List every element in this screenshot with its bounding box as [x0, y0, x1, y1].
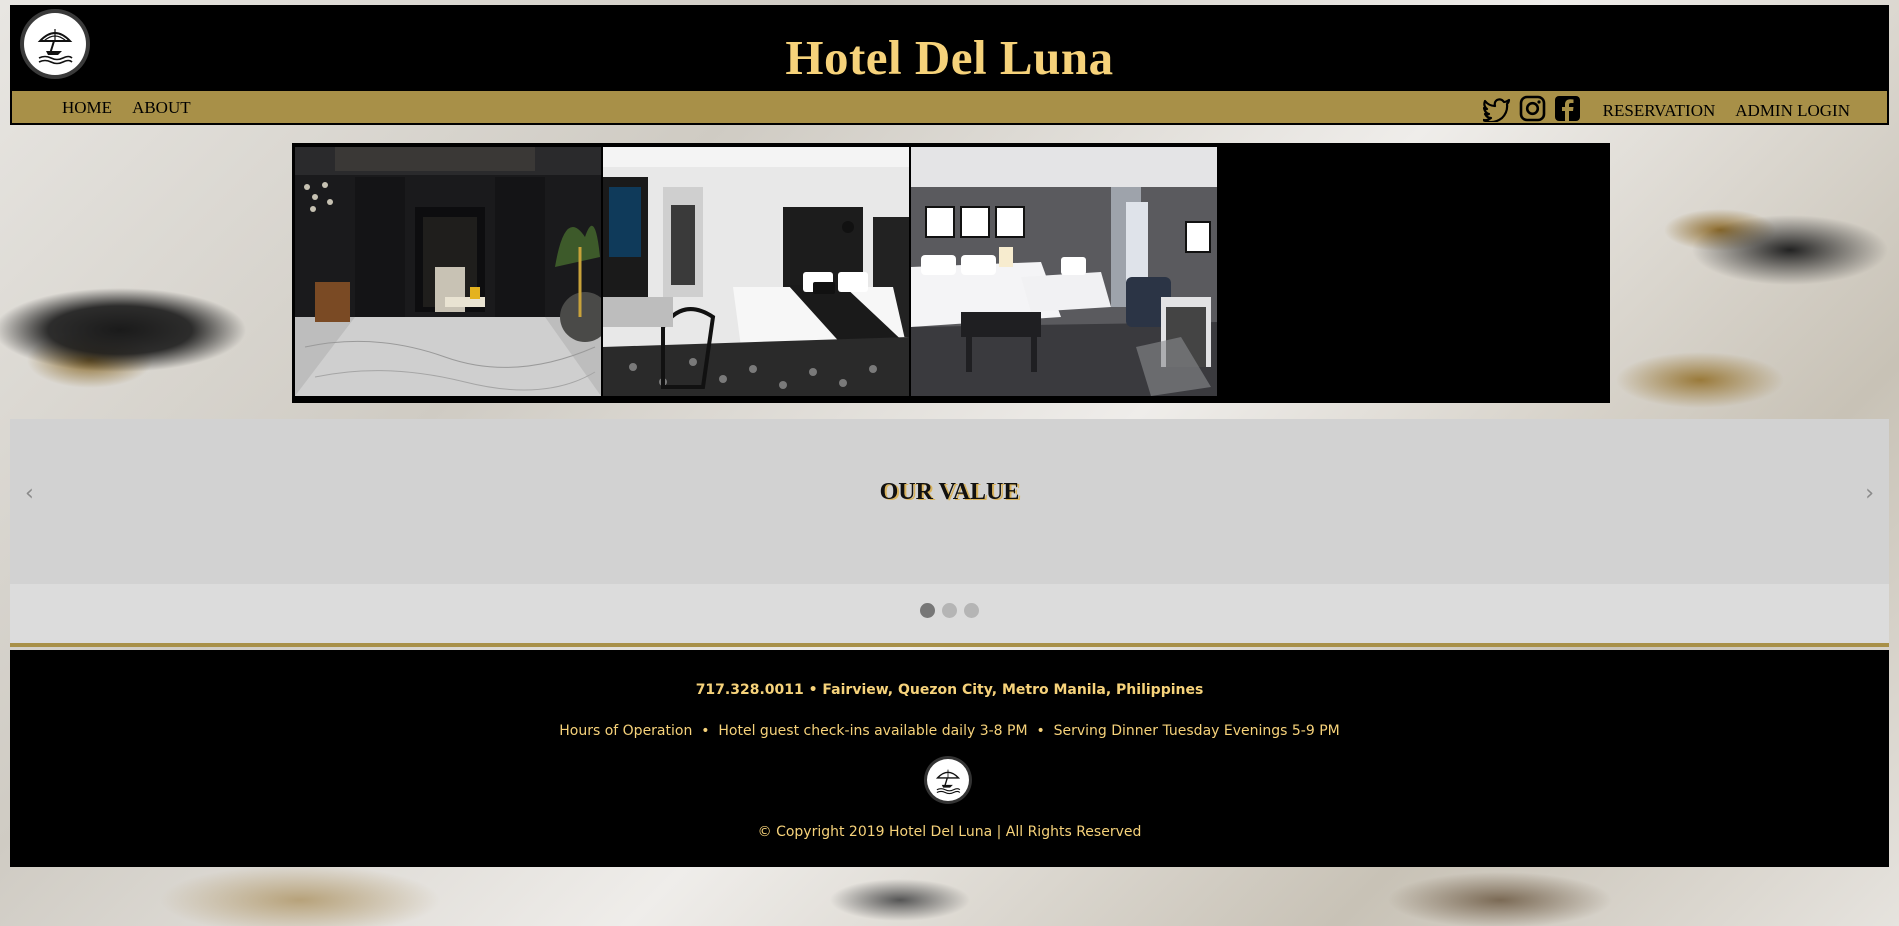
nav-left: HOME ABOUT	[62, 99, 191, 117]
carousel-dot-3[interactable]	[964, 603, 979, 618]
photo-gallery	[292, 143, 1610, 403]
footer-hours: Hours of Operation • Hotel guest check-i…	[559, 723, 1340, 739]
twitter-icon[interactable]	[1482, 96, 1511, 122]
site-title: Hotel Del Luna	[785, 30, 1114, 85]
carousel-next-arrow-icon[interactable]: ›	[1865, 481, 1874, 506]
site-header: Hotel Del Luna	[10, 5, 1889, 89]
nav-about-link[interactable]: ABOUT	[132, 99, 191, 117]
hotel-twin-room-photo	[911, 147, 1217, 396]
carousel-indicators	[10, 603, 1889, 618]
main-navbar: HOME ABOUT RESERVATION ADMIN LOGIN	[10, 89, 1889, 125]
footer-copyright: © Copyright 2019 Hotel Del Luna | All Ri…	[757, 824, 1142, 840]
carousel-heading: OUR VALUE	[879, 479, 1020, 505]
footer-divider	[10, 643, 1889, 647]
nav-admin-login-link[interactable]: ADMIN LOGIN	[1735, 101, 1850, 120]
instagram-icon[interactable]	[1519, 95, 1546, 122]
carousel-indicators-bar	[10, 584, 1889, 644]
social-links	[1482, 95, 1581, 122]
footer-beach-umbrella-logo-icon	[927, 759, 969, 801]
hotel-bedroom-photo	[603, 147, 909, 396]
nav-right: RESERVATION ADMIN LOGIN	[1482, 95, 1850, 122]
carousel-dot-2[interactable]	[942, 603, 957, 618]
footer-contact: 717.328.0011 • Fairview, Quezon City, Me…	[695, 682, 1204, 698]
carousel-dot-1[interactable]	[920, 603, 935, 618]
hotel-hallway-photo	[295, 147, 601, 396]
site-footer: 717.328.0011 • Fairview, Quezon City, Me…	[10, 650, 1889, 867]
facebook-icon[interactable]	[1554, 95, 1581, 122]
nav-reservation-link[interactable]: RESERVATION	[1603, 101, 1716, 120]
values-carousel: ‹ OUR VALUE ›	[10, 419, 1889, 584]
nav-home-link[interactable]: HOME	[62, 99, 112, 117]
